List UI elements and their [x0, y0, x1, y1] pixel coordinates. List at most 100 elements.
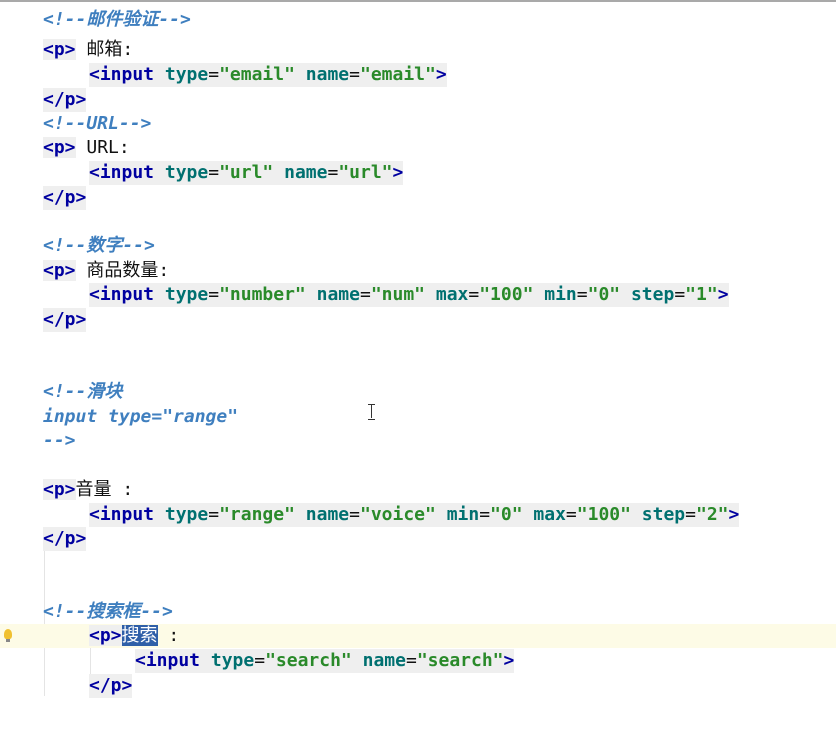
attr-name: min: [446, 504, 480, 525]
equals-sign: =: [208, 284, 220, 305]
equals-sign: =: [468, 284, 480, 305]
input-tag-open: <input: [89, 284, 155, 305]
html-comment: <!--滑块: [43, 381, 123, 402]
input-tag-open: <input: [135, 650, 201, 671]
attr-name: name: [316, 284, 360, 305]
code-line[interactable]: -->: [0, 429, 836, 453]
code-line[interactable]: <input type="url" name="url">: [0, 161, 836, 185]
attr-value: "0": [587, 284, 621, 305]
p-open-tag: <p>: [43, 479, 76, 500]
input-tag-open: <input: [89, 162, 155, 183]
code-line[interactable]: <!--数字-->: [0, 234, 836, 258]
attr-value: "100": [576, 504, 631, 525]
label-text: URL:: [75, 137, 130, 158]
code-line[interactable]: <input type="email" name="email">: [0, 63, 836, 87]
attr-name: type: [164, 504, 209, 525]
attr-value: "number": [219, 284, 306, 305]
code-line[interactable]: <input type="search" name="search">: [0, 649, 836, 673]
code-line[interactable]: <p> 商品数量:: [0, 259, 836, 283]
attr-name: type: [210, 650, 255, 671]
text-cursor-icon: [368, 404, 375, 420]
p-open-tag: <p>: [89, 625, 122, 646]
attr-value: "url": [219, 162, 274, 183]
attr-value: "1": [685, 284, 718, 305]
label-text: 商品数量:: [75, 260, 170, 281]
attr-name: name: [284, 162, 328, 183]
tag-close: >: [717, 284, 729, 305]
p-close-tag: </p>: [89, 674, 133, 698]
attr-name: name: [305, 504, 350, 525]
html-comment: <!--URL-->: [43, 113, 152, 134]
attr-name: min: [544, 284, 577, 305]
equals-sign: =: [208, 162, 220, 183]
code-line[interactable]: <input type="number" name="num" max="100…: [0, 283, 836, 307]
attr-value: "100": [479, 284, 534, 305]
equals-sign: =: [685, 504, 696, 525]
attr-name: max: [435, 284, 469, 305]
p-close-tag: </p>: [43, 88, 87, 112]
code-line[interactable]: <!--邮件验证-->: [0, 8, 836, 32]
attr-name: type: [164, 162, 209, 183]
label-text: 音量 :: [75, 479, 134, 500]
equals-sign: =: [674, 284, 686, 305]
attr-name: max: [533, 504, 566, 525]
selected-text: 搜索: [121, 625, 158, 646]
attr-value: "0": [490, 504, 523, 525]
equals-sign: =: [359, 284, 371, 305]
p-open-tag: <p>: [43, 39, 76, 60]
code-line[interactable]: </p>: [0, 88, 836, 112]
attr-value: "voice": [359, 504, 436, 525]
attr-value: "email": [219, 64, 295, 85]
code-line[interactable]: </p>: [0, 186, 836, 210]
label-text: 邮箱:: [75, 39, 134, 60]
editor-top-border: [0, 0, 836, 2]
code-line[interactable]: <!--搜索框-->: [0, 600, 836, 624]
attr-name: step: [641, 504, 686, 525]
attr-value: "search": [416, 650, 504, 671]
attr-name: type: [164, 284, 209, 305]
current-code-line[interactable]: <p>搜索 :: [0, 624, 836, 648]
html-comment: <!--数字-->: [43, 235, 155, 256]
lightbulb-icon[interactable]: [4, 629, 12, 642]
code-line[interactable]: input type="range": [0, 405, 836, 429]
code-line[interactable]: <!--滑块: [0, 380, 836, 404]
tag-close: >: [435, 64, 447, 85]
p-open-tag: <p>: [43, 260, 76, 281]
p-close-tag: </p>: [43, 527, 87, 551]
attr-name: step: [630, 284, 675, 305]
attr-name: name: [362, 650, 406, 671]
tag-close: >: [728, 504, 740, 525]
code-line[interactable]: <input type="range" name="voice" min="0"…: [0, 503, 836, 527]
input-tag-open: <input: [89, 64, 155, 85]
equals-sign: =: [254, 650, 266, 671]
code-line[interactable]: </p>: [0, 674, 836, 698]
input-tag-open: <input: [89, 504, 155, 525]
label-text: :: [157, 625, 180, 646]
p-close-tag: </p>: [43, 186, 87, 210]
html-comment: <!--搜索框-->: [43, 601, 173, 622]
code-line[interactable]: <!--URL-->: [0, 112, 836, 136]
attr-name: name: [305, 64, 350, 85]
equals-sign: =: [349, 504, 360, 525]
equals-sign: =: [576, 284, 588, 305]
attr-value: "url": [338, 162, 393, 183]
attr-value: "num": [370, 284, 426, 305]
equals-sign: =: [208, 504, 220, 525]
equals-sign: =: [479, 504, 491, 525]
equals-sign: =: [349, 64, 360, 85]
html-comment: -->: [43, 430, 76, 451]
attr-value: "range": [219, 504, 295, 525]
attr-name: type: [164, 64, 209, 85]
attr-value: "search": [265, 650, 352, 671]
attr-value: "email": [359, 64, 436, 85]
html-comment: input type="range": [43, 406, 239, 427]
tag-close: >: [392, 162, 404, 183]
code-line[interactable]: </p>: [0, 308, 836, 332]
equals-sign: =: [565, 504, 577, 525]
code-line[interactable]: <p>音量 :: [0, 478, 836, 502]
attr-value: "2": [696, 504, 729, 525]
code-line[interactable]: <p> URL:: [0, 136, 836, 160]
code-line[interactable]: </p>: [0, 527, 836, 551]
html-comment: <!--邮件验证-->: [43, 9, 191, 30]
code-line[interactable]: <p> 邮箱:: [0, 38, 836, 62]
